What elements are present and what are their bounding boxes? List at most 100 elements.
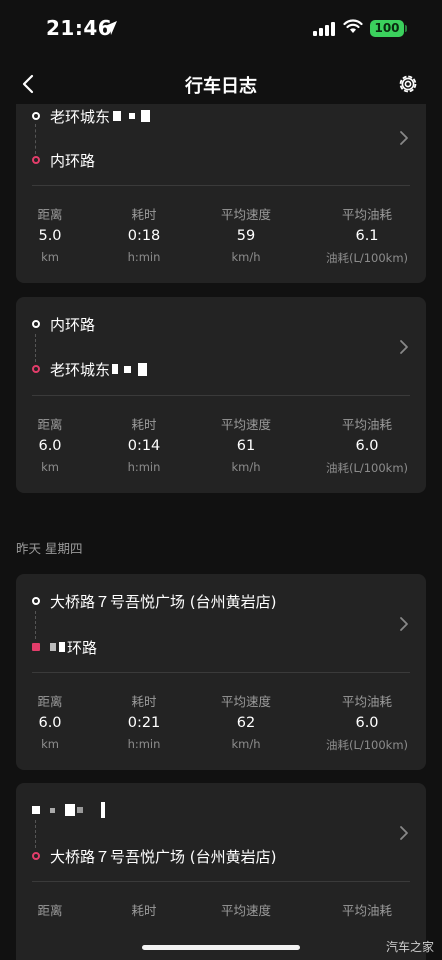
stat-label: 耗时 (131, 694, 157, 709)
trip-stats: 距离 耗时 平均速度 平均油耗 (16, 900, 426, 960)
stat-unit: km/h (231, 250, 261, 264)
stat-label: 耗时 (131, 417, 157, 432)
battery-icon: 100 (370, 20, 404, 37)
end-location: 老环城东 (50, 360, 111, 379)
stat-value: 0:21 (127, 715, 161, 731)
battery-tip (405, 25, 407, 32)
route-start: 大桥路７号吾悦广场 (台州黄岩店) (32, 589, 386, 613)
redacted-pixels (113, 111, 122, 121)
chevron-right-icon (400, 340, 408, 354)
stat-value: 0:14 (127, 438, 161, 454)
end-dot-icon (32, 852, 40, 860)
stat-unit: 油耗(L/100km) (325, 251, 409, 265)
start-dot-icon (32, 112, 40, 120)
stat-fuel: 平均油耗 6.0 油耗(L/100km) (312, 414, 422, 476)
start-location: 老环城东 (50, 107, 111, 126)
redacted-pixels (50, 643, 56, 651)
start-dot-icon (32, 320, 40, 328)
stat-value: 6.1 (355, 228, 379, 244)
stat-duration: 耗时 0:14 h:min (89, 414, 199, 474)
location-arrow-icon (103, 21, 117, 35)
stat-unit: 油耗(L/100km) (325, 461, 409, 475)
redacted-pixels (129, 113, 136, 119)
stat-unit: h:min (127, 460, 161, 474)
chevron-right-icon (400, 826, 408, 840)
chevron-right-icon (400, 617, 408, 631)
stat-label: 平均速度 (220, 903, 271, 918)
redacted-pixels (141, 110, 151, 122)
stat-label: 平均油耗 (341, 694, 392, 709)
end-location: 内环路 (50, 151, 96, 170)
route-end: 大桥路７号吾悦广场 (台州黄岩店) (32, 844, 386, 868)
stat-label: 平均油耗 (341, 207, 392, 222)
divider (32, 881, 410, 882)
redacted-pixels (50, 807, 55, 813)
page-title: 行车日志 (185, 76, 257, 97)
stat-value: 62 (236, 715, 256, 731)
stat-avg-speed: 平均速度 62 km/h (191, 691, 301, 751)
trip-card[interactable]: 内环路 老环城东 距离 6.0 km 耗时 0:14 h:min 平均速度 61… (16, 297, 426, 493)
stat-duration: 耗时 0:21 h:min (89, 691, 199, 751)
trip-stats: 距离 6.0 km 耗时 0:14 h:min 平均速度 61 km/h 平均油… (16, 414, 426, 478)
date-section-label: 昨天 星期四 (16, 541, 83, 556)
start-location: 大桥路７号吾悦广场 (台州黄岩店) (50, 592, 277, 611)
wifi-icon (343, 19, 363, 33)
start-dot-icon (32, 597, 40, 605)
trip-card[interactable]: 老环城东 内环路 距离 5.0 km 耗时 0:18 h:min 平均速度 59… (16, 104, 426, 283)
nav-bar: 行车日志 (0, 60, 442, 108)
trip-stats: 距离 5.0 km 耗时 0:18 h:min 平均速度 59 km/h 平均油… (16, 204, 426, 268)
trip-card[interactable]: 大桥路７号吾悦广场 (台州黄岩店) 距离 耗时 平均速度 平均油耗 (16, 783, 426, 960)
route-end: 老环城东 (32, 357, 386, 381)
stat-value: 61 (236, 438, 256, 454)
end-dot-icon (32, 365, 40, 373)
divider (32, 672, 410, 673)
stat-fuel: 平均油耗 6.1 油耗(L/100km) (312, 204, 422, 266)
start-location: 内环路 (50, 315, 96, 334)
stat-label: 平均速度 (220, 694, 271, 709)
end-location: 环路 (67, 638, 98, 657)
route-start: 老环城东 (32, 104, 386, 128)
redacted-pixels (32, 806, 40, 814)
stat-value: 0:18 (127, 228, 161, 244)
stat-label: 耗时 (131, 903, 157, 918)
divider (32, 185, 410, 186)
stat-label: 平均速度 (220, 207, 271, 222)
stat-unit: 油耗(L/100km) (325, 738, 409, 752)
stat-unit: km/h (231, 460, 261, 474)
settings-gear-icon[interactable] (394, 70, 422, 98)
end-location: 大桥路７号吾悦广场 (台州黄岩店) (50, 847, 277, 866)
redacted-pixels (124, 365, 132, 373)
redacted-pixels (101, 802, 105, 818)
home-indicator[interactable] (142, 945, 300, 950)
stat-avg-speed: 平均速度 61 km/h (191, 414, 301, 474)
chevron-right-icon (400, 131, 408, 145)
redacted-pixels (65, 804, 75, 816)
route-end: 内环路 (32, 148, 386, 172)
divider (32, 395, 410, 396)
end-dot-icon (32, 156, 40, 164)
stat-label: 平均速度 (220, 417, 271, 432)
stat-label: 平均油耗 (341, 903, 392, 918)
route-start (32, 798, 386, 822)
stat-label: 耗时 (131, 207, 157, 222)
redacted-pixels (138, 362, 148, 376)
route-end: 环路 (32, 635, 386, 659)
stat-value: 6.0 (355, 438, 379, 454)
stat-label: 平均油耗 (341, 417, 392, 432)
cellular-signal-icon (313, 22, 335, 36)
redacted-pixels (77, 807, 83, 813)
stat-unit: km/h (231, 737, 261, 751)
stat-value: 59 (236, 228, 256, 244)
stat-fuel: 平均油耗 6.0 油耗(L/100km) (312, 691, 422, 753)
stat-avg-speed: 平均速度 (191, 900, 301, 919)
stat-fuel: 平均油耗 (312, 900, 422, 919)
trip-stats: 距离 6.0 km 耗时 0:21 h:min 平均速度 62 km/h 平均油… (16, 691, 426, 755)
redacted-pixels (112, 364, 119, 374)
stat-unit: h:min (127, 737, 161, 751)
watermark: 汽车之家 (386, 940, 435, 954)
trip-card[interactable]: 大桥路７号吾悦广场 (台州黄岩店) 环路 距离 6.0 km 耗时 0:21 h… (16, 574, 426, 770)
route-start: 内环路 (32, 312, 386, 336)
stat-duration: 耗时 0:18 h:min (89, 204, 199, 264)
stat-unit: h:min (127, 250, 161, 264)
stat-value: 6.0 (355, 715, 379, 731)
